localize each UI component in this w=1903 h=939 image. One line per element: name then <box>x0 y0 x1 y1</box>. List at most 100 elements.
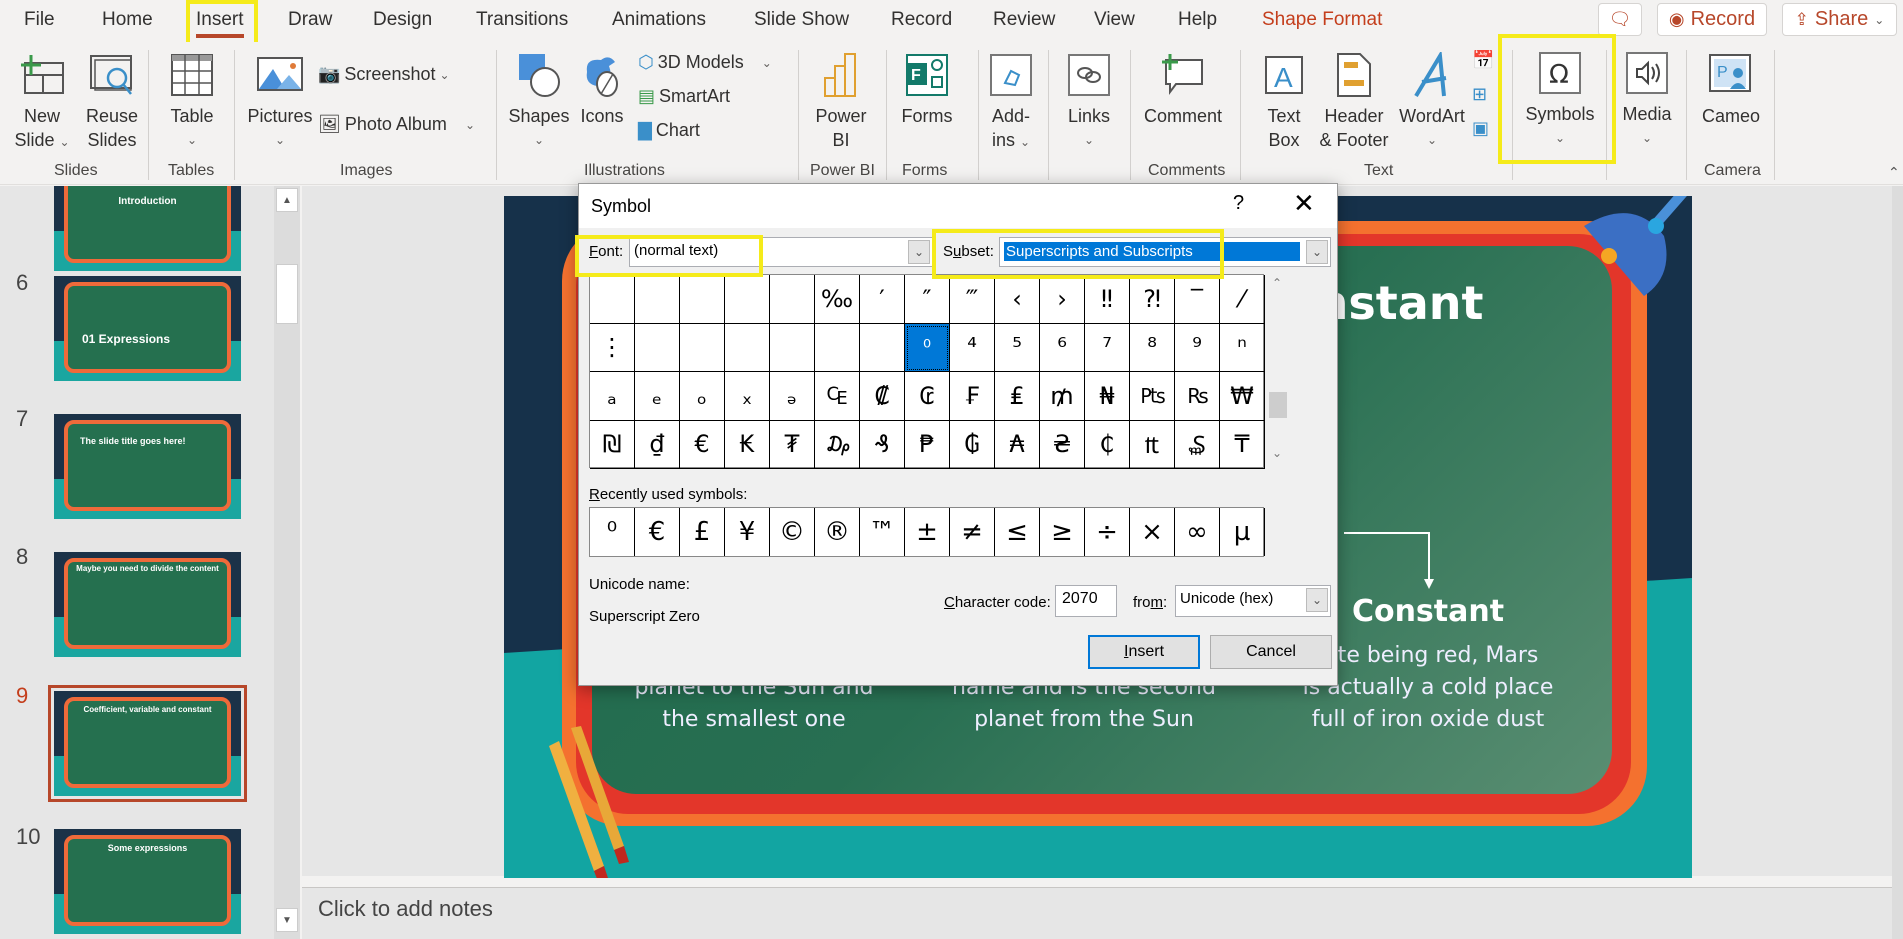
object-button[interactable]: ▣ <box>1472 118 1489 139</box>
help-button[interactable]: ? <box>1233 192 1244 215</box>
symbol-cell[interactable]: ₣ <box>950 372 995 421</box>
symbol-cell[interactable]: ′ <box>860 275 905 324</box>
symbol-cell[interactable]: ₡ <box>860 372 905 421</box>
symbol-cell[interactable]: ⁶ <box>1040 323 1085 372</box>
scroll-up-button[interactable]: ▲ <box>276 188 298 212</box>
tab-animations[interactable]: Animations <box>612 9 706 31</box>
symbol-cell[interactable]: ₵ <box>1085 420 1130 469</box>
symbol-cell[interactable]: ₶ <box>1130 420 1175 469</box>
symbol-cell[interactable]: › <box>1040 275 1085 324</box>
recent-symbol-cell[interactable]: © <box>770 508 815 556</box>
from-select[interactable]: Unicode (hex) ⌄ <box>1175 585 1331 617</box>
recent-symbol-cell[interactable]: ™ <box>860 508 905 556</box>
symbol-cell[interactable] <box>680 323 725 372</box>
symbol-cell[interactable]: ⁴ <box>950 323 995 372</box>
tab-file[interactable]: File <box>24 9 55 31</box>
scroll-down-button[interactable]: ▼ <box>276 908 298 932</box>
slide-thumbnail[interactable]: Some expressions <box>54 829 241 934</box>
notes-placeholder[interactable]: Click to add notes <box>318 896 493 922</box>
slide-thumbnail[interactable]: 01 Expressions <box>54 276 241 381</box>
chart-button[interactable]: ▇ Chart <box>638 120 700 141</box>
chevron-down-icon[interactable]: ⌄ <box>908 240 930 264</box>
slide-thumbnail[interactable]: Maybe you need to divide the content <box>54 552 241 657</box>
thumbnails-scrollbar[interactable]: ▲ ▼ <box>274 186 300 939</box>
slide-number-button[interactable]: ⊞ <box>1472 84 1487 105</box>
symbol-cell[interactable]: ₦ <box>1085 372 1130 421</box>
tab-record[interactable]: Record <box>891 9 952 31</box>
tab-design[interactable]: Design <box>373 9 432 31</box>
insert-button[interactable]: Insert <box>1088 635 1200 669</box>
symbol-cell[interactable]: ₔ <box>770 372 815 421</box>
symbol-cell[interactable]: ₲ <box>950 420 995 469</box>
symbol-cell[interactable]: ⁷ <box>1085 323 1130 372</box>
scroll-thumb[interactable] <box>276 264 298 324</box>
recent-symbol-cell[interactable]: ≠ <box>950 508 995 556</box>
symbol-grid-scrollbar[interactable]: ⌃ ⌄ <box>1267 274 1287 468</box>
symbol-cell[interactable]: ₑ <box>635 372 680 421</box>
symbol-cell[interactable]: ₰ <box>860 420 905 469</box>
shapes-button[interactable]: Shapes ⌄ <box>508 50 570 152</box>
symbol-cell[interactable]: € <box>680 420 725 469</box>
symbol-cell[interactable]: ₪ <box>590 420 635 469</box>
symbol-cell[interactable]: ₳ <box>995 420 1040 469</box>
symbol-cell[interactable] <box>680 275 725 324</box>
collapse-ribbon-icon[interactable]: ⌃ <box>1888 164 1900 181</box>
symbol-cell[interactable]: ‹ <box>995 275 1040 324</box>
symbol-cell[interactable]: ⋮ <box>590 323 635 372</box>
tab-draw[interactable]: Draw <box>288 9 332 31</box>
symbol-cell[interactable]: ₐ <box>590 372 635 421</box>
symbol-cell[interactable]: ⁹ <box>1175 323 1220 372</box>
text-box-button[interactable]: A Text Box <box>1256 50 1312 152</box>
tab-home[interactable]: Home <box>102 9 153 31</box>
symbols-button[interactable]: Ω Symbols ⌄ <box>1520 48 1600 150</box>
slide-thumbnail[interactable]: Introduction <box>54 186 241 271</box>
media-button[interactable]: Media ⌄ <box>1616 48 1678 150</box>
recent-symbol-cell[interactable]: × <box>1130 508 1175 556</box>
add-ins-button[interactable]: Add- ins ⌄ <box>984 50 1038 154</box>
tab-view[interactable]: View <box>1094 9 1135 31</box>
symbol-cell[interactable] <box>725 275 770 324</box>
tab-review[interactable]: Review <box>993 9 1055 31</box>
3d-models-button[interactable]: ⬡ 3D Models ⌄ <box>638 52 772 73</box>
symbol-cell[interactable]: ‰ <box>815 275 860 324</box>
links-button[interactable]: Links ⌄ <box>1062 50 1116 152</box>
symbol-cell[interactable]: ₩ <box>1220 372 1265 421</box>
table-button[interactable]: Table ⌄ <box>164 50 220 152</box>
symbol-cell[interactable]: ⁄ <box>1220 275 1265 324</box>
symbol-cell[interactable]: ‴ <box>950 275 995 324</box>
symbol-cell[interactable]: ⁸ <box>1130 323 1175 372</box>
forms-button[interactable]: F Forms <box>896 50 958 128</box>
symbol-cell[interactable]: ₠ <box>815 372 860 421</box>
recent-symbol-cell[interactable]: ¥ <box>725 508 770 556</box>
symbol-cell[interactable]: ₫ <box>635 420 680 469</box>
slide-thumbnail-selected[interactable]: Coefficient, variable and constant <box>48 685 247 802</box>
symbol-cell[interactable]: ₴ <box>1040 420 1085 469</box>
character-code-input[interactable]: 2070 <box>1055 585 1117 617</box>
recent-symbol-cell[interactable]: £ <box>680 508 725 556</box>
slide-thumbnail[interactable]: The slide title goes here! <box>54 414 241 519</box>
symbol-cell[interactable]: ⁈ <box>1130 275 1175 324</box>
tab-insert[interactable]: Insert <box>196 9 244 38</box>
close-button[interactable]: ✕ <box>1293 188 1315 219</box>
recent-symbol-cell[interactable]: ® <box>815 508 860 556</box>
symbol-cell[interactable] <box>635 323 680 372</box>
smartart-button[interactable]: ▤ SmartArt <box>638 86 730 107</box>
recent-symbol-cell[interactable]: ⁰ <box>590 508 635 556</box>
symbol-cell[interactable]: ⁰ <box>905 323 950 372</box>
icons-button[interactable]: Icons <box>574 50 630 128</box>
symbol-cell[interactable]: ₯ <box>815 420 860 469</box>
symbol-cell[interactable]: ₧ <box>1130 372 1175 421</box>
reuse-slides-button[interactable]: Reuse Slides <box>78 50 146 152</box>
tab-help[interactable]: Help <box>1178 9 1217 31</box>
font-select[interactable]: (normal text) ⌄ <box>629 237 933 267</box>
recent-symbol-cell[interactable]: µ <box>1220 508 1265 556</box>
symbol-cell[interactable]: ₭ <box>725 420 770 469</box>
recent-symbol-cell[interactable]: € <box>635 508 680 556</box>
symbol-cell[interactable]: ⁵ <box>995 323 1040 372</box>
symbol-cell[interactable]: ‾ <box>1175 275 1220 324</box>
date-time-button[interactable]: 📅 <box>1472 50 1494 71</box>
recent-symbol-cell[interactable]: ≤ <box>995 508 1040 556</box>
symbol-cell[interactable] <box>860 323 905 372</box>
scroll-down-icon[interactable]: ⌄ <box>1267 446 1287 466</box>
scroll-thumb[interactable] <box>1269 392 1287 418</box>
